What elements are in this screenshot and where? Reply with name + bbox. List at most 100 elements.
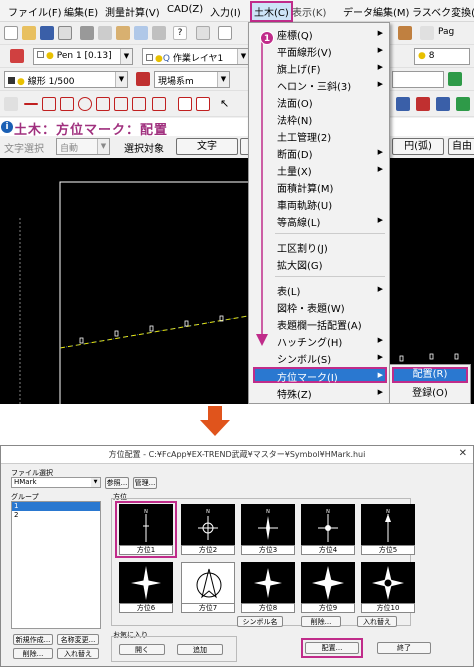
- place-button[interactable]: 配置...: [305, 642, 359, 654]
- direction-mark-10[interactable]: [361, 562, 415, 604]
- grid-icon[interactable]: [196, 26, 210, 40]
- arc-tool-icon[interactable]: [96, 97, 110, 111]
- chevron-down-icon[interactable]: ▼: [120, 49, 132, 64]
- menu-item-contour[interactable]: 等高線(L): [277, 214, 320, 229]
- add-favorite-button[interactable]: 追加: [177, 644, 223, 655]
- eraser-icon[interactable]: [10, 49, 24, 63]
- coord-combo[interactable]: 現場系m ▼: [154, 71, 230, 88]
- menu-item-slope-frame[interactable]: 法枠(N): [277, 112, 312, 127]
- direction-mark-2[interactable]: N: [181, 504, 235, 546]
- close-icon[interactable]: ✕: [459, 448, 467, 459]
- extra-combo[interactable]: [392, 71, 444, 88]
- menu-item-frame-title[interactable]: 図枠・表題(W): [277, 300, 345, 315]
- menu-item-plane-alignment[interactable]: 平面線形(V): [277, 44, 332, 59]
- delete-icon[interactable]: [152, 26, 166, 40]
- menu-item-flag[interactable]: 旗上げ(F): [277, 61, 321, 76]
- scale-icon[interactable]: [136, 72, 150, 86]
- menu-item-title-batch[interactable]: 表題欄一括配置(A): [277, 317, 362, 332]
- delete-group-button[interactable]: 削除...: [13, 648, 53, 659]
- menu-item-section-split[interactable]: 工区割り(J): [277, 240, 328, 255]
- direction-mark-4[interactable]: N: [301, 504, 355, 546]
- snap-icon[interactable]: [4, 97, 18, 111]
- new-file-icon[interactable]: [4, 26, 18, 40]
- free-button[interactable]: 自由: [448, 138, 474, 155]
- menu-item-special[interactable]: 特殊(Z): [277, 386, 312, 401]
- browse-button[interactable]: 参照...: [105, 477, 129, 489]
- submenu-place[interactable]: 配置(R): [392, 367, 468, 383]
- menu-item-slope[interactable]: 法面(O): [277, 95, 313, 110]
- layer-combo[interactable]: ●Q 作業レイヤ1 ▼: [142, 48, 250, 65]
- menu-cad[interactable]: CAD(Z): [167, 4, 203, 15]
- menu-input[interactable]: 入力(I): [210, 4, 241, 19]
- chevron-down-icon[interactable]: ▼: [97, 139, 109, 154]
- menu-item-table[interactable]: 表(L): [277, 283, 300, 298]
- symbol-tool-icon[interactable]: [178, 97, 192, 111]
- group-item[interactable]: 1: [12, 502, 100, 511]
- close-button[interactable]: 終了: [377, 642, 431, 654]
- line-tool-icon[interactable]: [24, 103, 38, 105]
- tool-a-icon[interactable]: [396, 97, 410, 111]
- symbol-name-button[interactable]: シンボル名: [237, 616, 283, 627]
- menu-civil[interactable]: 土木(C): [250, 1, 293, 22]
- file-select-combo[interactable]: HMark ▼: [11, 477, 101, 488]
- pointer-icon[interactable]: ↖: [220, 97, 234, 111]
- arc-button[interactable]: 円(弧): [392, 138, 444, 155]
- new-group-button[interactable]: 新規作成...: [13, 634, 53, 645]
- menu-item-symbol[interactable]: シンボル(S): [277, 351, 331, 366]
- direction-mark-9[interactable]: [301, 562, 355, 604]
- menu-view[interactable]: 表示(K): [292, 4, 326, 19]
- direction-mark-3[interactable]: N: [241, 504, 295, 546]
- zoom-icon[interactable]: [218, 26, 232, 40]
- direction-mark-5[interactable]: N: [361, 504, 415, 546]
- menu-item-volume[interactable]: 土量(X): [277, 163, 312, 178]
- direction-mark-6[interactable]: [119, 562, 173, 604]
- submenu-register[interactable]: 登録(O): [392, 386, 468, 401]
- text-tool-icon[interactable]: [132, 97, 146, 111]
- reorder-group-button[interactable]: 入れ替え: [57, 648, 99, 659]
- rect-tool-icon[interactable]: [60, 97, 74, 111]
- open-folder-icon[interactable]: [22, 26, 36, 40]
- chevron-down-icon[interactable]: ▼: [115, 72, 127, 87]
- circle-tool-icon[interactable]: [78, 97, 92, 111]
- menu-item-direction-mark[interactable]: 方位マーク(I): [277, 369, 338, 384]
- menu-item-earthwork[interactable]: 土工管理(2): [277, 129, 331, 144]
- menu-item-enlarge[interactable]: 拡大図(G): [277, 257, 323, 272]
- open-favorite-button[interactable]: 開く: [119, 644, 165, 655]
- size-combo[interactable]: ● 8: [414, 48, 470, 65]
- chevron-down-icon[interactable]: ▼: [217, 72, 229, 87]
- copy-icon[interactable]: [98, 26, 112, 40]
- menu-item-heron[interactable]: ヘロン・三斜(3): [277, 78, 351, 93]
- reorder-mark-button[interactable]: 入れ替え: [357, 616, 397, 627]
- cut-icon[interactable]: [80, 26, 94, 40]
- paste-special-icon[interactable]: [134, 26, 148, 40]
- save-icon[interactable]: [40, 26, 54, 40]
- menu-item-area[interactable]: 面積計算(M): [277, 180, 333, 195]
- line-combo[interactable]: ● 線形 1/500 ▼: [4, 71, 128, 88]
- dimension-tool-icon[interactable]: [114, 97, 128, 111]
- menu-edit[interactable]: 編集(E): [64, 4, 98, 19]
- menu-raster[interactable]: ラスベク変換(E): [412, 4, 474, 19]
- text-button[interactable]: 文字: [176, 138, 238, 155]
- menu-item-hatching[interactable]: ハッチング(H): [277, 334, 342, 349]
- hatch-tool-icon[interactable]: [152, 97, 166, 111]
- rename-group-button[interactable]: 名称変更...: [57, 634, 99, 645]
- group-list[interactable]: 1 2: [11, 501, 101, 629]
- menu-file[interactable]: ファイル(F): [8, 4, 62, 19]
- text-select-combo[interactable]: 自動 ▼: [56, 138, 110, 155]
- help-icon[interactable]: ?: [173, 26, 187, 40]
- print-icon[interactable]: [58, 26, 72, 40]
- pen-combo[interactable]: ● Pen 1 [0.13] ▼: [33, 48, 133, 65]
- menu-item-vehicle[interactable]: 車両軌跡(U): [277, 197, 332, 212]
- direction-mark-7[interactable]: [181, 562, 235, 604]
- image-icon[interactable]: [398, 26, 412, 40]
- delete-mark-button[interactable]: 削除...: [301, 616, 341, 627]
- layer-toggle-icon[interactable]: [448, 72, 462, 86]
- chevron-down-icon[interactable]: ▼: [91, 478, 100, 487]
- manage-button[interactable]: 管理...: [133, 477, 157, 489]
- page-icon[interactable]: [420, 26, 434, 40]
- tool-d-icon[interactable]: [456, 97, 470, 111]
- menu-item-section[interactable]: 断面(D): [277, 146, 313, 161]
- paste-icon[interactable]: [116, 26, 130, 40]
- table-tool-icon[interactable]: [196, 97, 210, 111]
- menu-survey[interactable]: 測量計算(V): [105, 4, 160, 19]
